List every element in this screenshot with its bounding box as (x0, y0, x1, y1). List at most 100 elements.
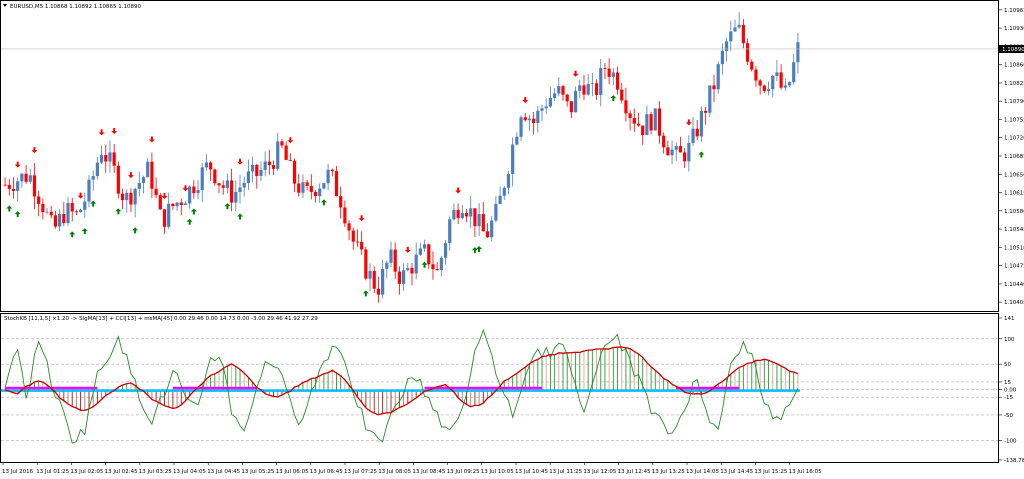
candle-body (540, 108, 544, 111)
time-axis-label: 13 Jul 04:05 (173, 469, 206, 475)
candle-body (334, 171, 339, 197)
candle-body (649, 114, 653, 131)
candle-body (364, 249, 368, 279)
time-axis-label: 13 Jul 14:05 (686, 469, 719, 475)
candle-body (666, 147, 670, 156)
candle-body (133, 188, 137, 205)
candle-body (175, 202, 179, 207)
candle-body (318, 188, 322, 197)
candle-body (351, 230, 355, 242)
candle-body (108, 152, 112, 162)
time-axis-label: 13 Jul 03:25 (139, 469, 172, 475)
current-price-label: 1.10890 (1002, 47, 1024, 53)
price-axis-label: 1.10475 (1004, 264, 1024, 270)
candle-body (393, 249, 397, 272)
time-axis-label: 13 Jul 04:45 (207, 469, 240, 475)
candle-body (16, 181, 20, 191)
candle-body (104, 155, 108, 162)
candle-body (641, 125, 645, 136)
time-axis-label: 13 Jul 16:05 (789, 469, 822, 475)
candle-body (120, 193, 125, 201)
oscillator-axis-label: -100 (1004, 438, 1017, 444)
candle-body (452, 209, 456, 220)
price-axis-label: 1.10615 (1004, 191, 1024, 197)
candle-body (313, 191, 318, 197)
oscillator-axis-label: -15 (1004, 395, 1013, 401)
candle-body (154, 188, 158, 196)
candle-body (498, 195, 502, 204)
time-axis-label: 13 Jul 06:45 (310, 469, 343, 475)
candle-body (443, 243, 448, 258)
candle-body (83, 201, 87, 210)
candle-body (141, 177, 146, 184)
candle-body (594, 83, 599, 95)
time-axis-label: 13 Jul 13:25 (652, 469, 685, 475)
candle-body (737, 24, 741, 28)
time-axis-label: 13 Jul 07:25 (344, 469, 377, 475)
candle-body (343, 207, 347, 224)
candle-body (376, 288, 381, 295)
candle-body (112, 152, 116, 166)
candle-body (309, 185, 313, 192)
candle-body (473, 208, 477, 227)
candle-body (70, 203, 74, 212)
candle-body (146, 161, 150, 178)
candle-body (787, 82, 792, 86)
candle-body (490, 220, 494, 238)
candle-body (292, 160, 297, 184)
candle-body (745, 43, 750, 62)
oscillator-axis-label: 0.00 (1004, 388, 1017, 394)
candle-body (754, 69, 758, 81)
candle-body (712, 85, 716, 90)
candle-body (481, 214, 485, 232)
candle-body (565, 94, 569, 102)
candle-body (271, 165, 276, 169)
time-axis-label: 13 Jul 09:25 (447, 469, 480, 475)
candle-body (234, 191, 238, 203)
candle-body (28, 175, 32, 182)
candle-body (99, 155, 104, 163)
candle-body (284, 145, 288, 160)
candle-body (339, 196, 343, 208)
candle-body (733, 27, 737, 32)
candle-body (162, 209, 167, 227)
price-axis-label: 1.10650 (1004, 172, 1024, 178)
candle-body (263, 161, 267, 170)
candle-body (624, 100, 628, 114)
candle-body (527, 118, 532, 121)
candle-body (288, 159, 292, 161)
candle-body (511, 144, 515, 174)
candle-body (653, 108, 657, 131)
candle-body (485, 231, 490, 238)
oscillator-axis-label: 15 (1004, 380, 1011, 386)
candle-body (209, 162, 213, 170)
candle-body (37, 196, 41, 204)
candle-body (515, 136, 519, 145)
candle-body (200, 167, 204, 191)
candle-body (435, 269, 439, 271)
candle-body (771, 75, 775, 90)
candle-body (179, 202, 183, 205)
price-axis-label: 1.10685 (1004, 154, 1024, 160)
candle-body (519, 117, 523, 137)
candle-body (49, 211, 53, 216)
candle-body (347, 223, 351, 231)
candle-body (242, 182, 246, 188)
candle-body (129, 192, 133, 205)
candle-body (557, 86, 561, 94)
candle-body (238, 187, 242, 192)
candle-body (553, 93, 557, 98)
candle-body (58, 214, 62, 227)
candle-body (699, 110, 704, 137)
candle-body (11, 188, 16, 191)
candle-body (569, 101, 573, 113)
candle-body (53, 215, 58, 227)
candle-body (494, 203, 498, 221)
time-axis-label: 13 Jul 12:45 (618, 469, 651, 475)
candle-body (716, 64, 720, 90)
candle-body (632, 118, 636, 124)
candle-body (24, 173, 28, 182)
price-axis-label: 1.10860 (1004, 63, 1024, 69)
candle-body (381, 268, 385, 295)
candle-body (255, 164, 259, 176)
